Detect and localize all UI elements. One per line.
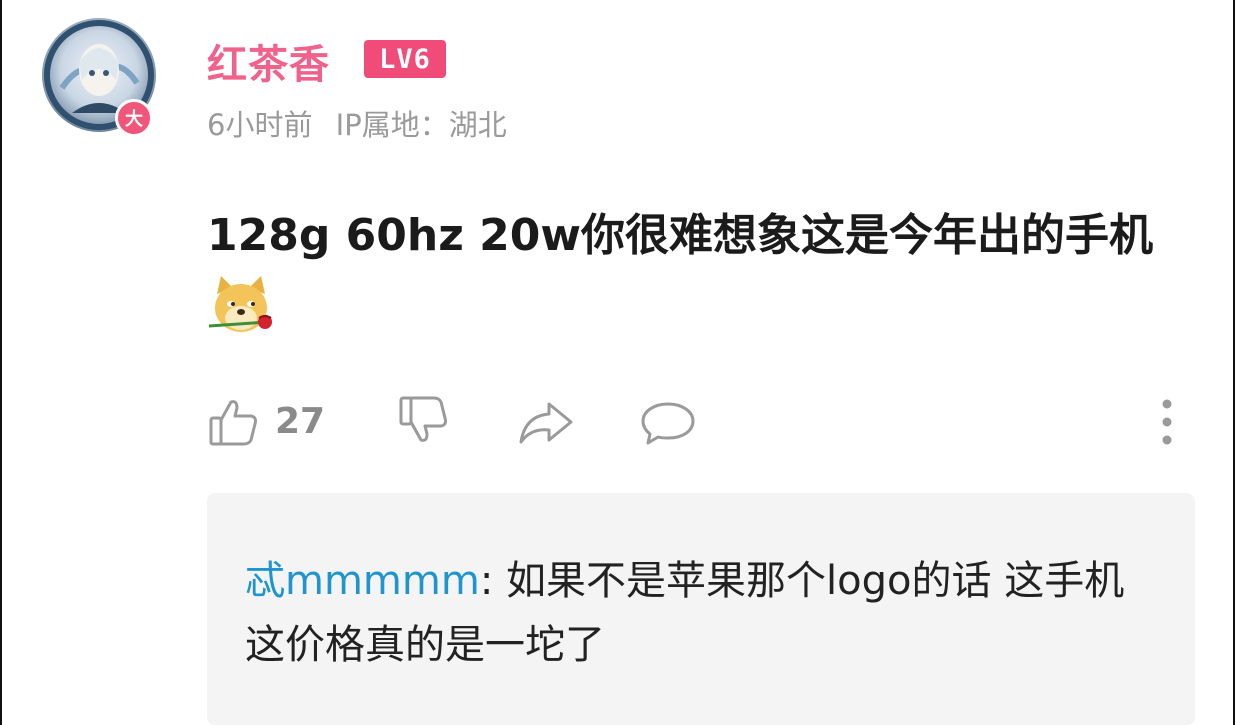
dislike-button[interactable] [397,394,453,448]
like-button[interactable]: 27 [207,394,325,448]
comment-button[interactable] [639,400,697,446]
reply-separator: : [479,558,507,604]
comment-meta: 6小时前 IP属地：湖北 [207,102,507,144]
comment-text: 128g 60hz 20w你很难想象这是今年出的手机 [207,210,1154,261]
reply-preview[interactable]: 忒mmmmm: 如果不是苹果那个logo的话 这手机这价格真的是一坨了 [207,493,1195,725]
username[interactable]: 红茶香 [207,32,330,90]
more-options-button[interactable] [1157,396,1177,448]
action-bar: 27 [2,390,1235,460]
level-badge: LV6 [364,40,446,78]
reply-username[interactable]: 忒mmmmm [245,558,480,604]
avatar-badge: 大 [115,99,153,137]
comment-time: 6小时前 [207,108,313,142]
comment-card: 大 红茶香 LV6 6小时前 IP属地：湖北 128g 60hz 20w你很难想… [0,0,1235,725]
more-vertical-icon [1157,396,1177,448]
thumbs-down-icon [397,394,453,448]
reply-text-block: 忒mmmmm: 如果不是苹果那个logo的话 这手机这价格真的是一坨了 [245,549,1145,677]
share-icon [517,400,575,446]
ip-location: IP属地：湖北 [335,108,507,142]
thumbs-up-icon [207,394,261,448]
share-button[interactable] [517,400,575,446]
comment-icon [639,400,697,446]
comment-content: 128g 60hz 20w你很难想象这是今年出的手机 [207,200,1192,348]
doge-rose-emoji [207,272,277,336]
like-count: 27 [275,400,326,442]
